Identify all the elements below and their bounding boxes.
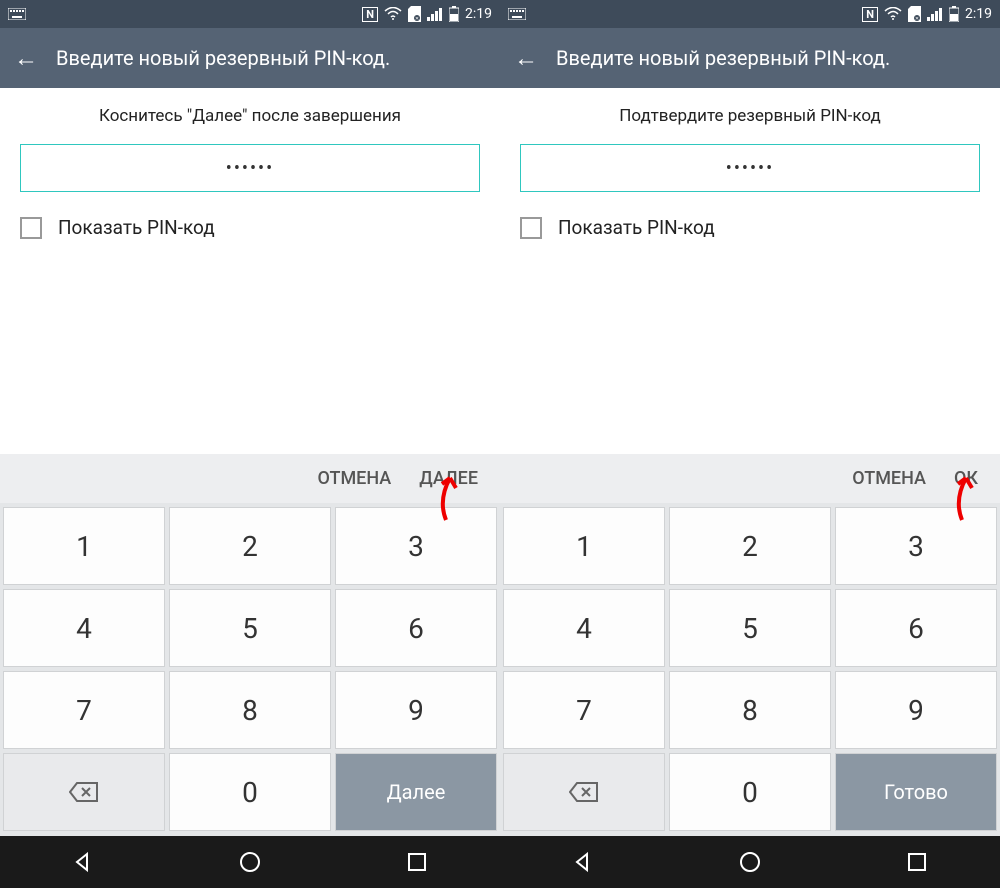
sd-card-icon: ✕ — [908, 6, 921, 22]
status-bar: N ✕ 2:19 — [0, 0, 500, 28]
svg-text:✕: ✕ — [415, 16, 419, 22]
key-0[interactable]: 0 — [169, 753, 331, 831]
key-7[interactable]: 7 — [3, 671, 165, 749]
nav-recent-icon[interactable] — [403, 848, 431, 876]
action-row: ОТМЕНА ОК — [500, 454, 1000, 503]
status-time: 2:19 — [965, 6, 992, 22]
key-9[interactable]: 9 — [835, 671, 997, 749]
key-4[interactable]: 4 — [503, 589, 665, 667]
next-button[interactable]: ДАЛЕЕ — [419, 468, 478, 489]
action-row: ОТМЕНА ДАЛЕЕ — [0, 454, 500, 503]
checkbox-icon[interactable] — [20, 217, 42, 239]
status-time: 2:19 — [465, 6, 492, 22]
key-0[interactable]: 0 — [669, 753, 831, 831]
key-backspace[interactable] — [503, 753, 665, 831]
instruction-text: Коснитесь "Далее" после завершения — [20, 106, 480, 126]
navigation-bar — [0, 836, 500, 888]
instruction-text: Подтвердите резервный PIN-код — [520, 106, 980, 126]
key-action-done[interactable]: Готово — [835, 753, 997, 831]
key-1[interactable]: 1 — [503, 507, 665, 585]
key-5[interactable]: 5 — [169, 589, 331, 667]
key-5[interactable]: 5 — [669, 589, 831, 667]
svg-text:✕: ✕ — [915, 16, 919, 22]
pin-input[interactable]: •••••• — [20, 144, 480, 192]
pin-input[interactable]: •••••• — [520, 144, 980, 192]
sd-card-icon: ✕ — [408, 6, 421, 22]
show-pin-checkbox-row[interactable]: Показать PIN-код — [20, 216, 480, 239]
key-backspace[interactable] — [3, 753, 165, 831]
backspace-icon — [69, 781, 99, 803]
show-pin-label: Показать PIN-код — [558, 216, 715, 239]
key-2[interactable]: 2 — [669, 507, 831, 585]
show-pin-checkbox-row[interactable]: Показать PIN-код — [520, 216, 980, 239]
content-area: Коснитесь "Далее" после завершения •••••… — [0, 88, 500, 239]
app-bar: ← Введите новый резервный PIN-код. — [500, 28, 1000, 88]
key-8[interactable]: 8 — [669, 671, 831, 749]
show-pin-label: Показать PIN-код — [58, 216, 215, 239]
battery-icon — [449, 6, 459, 22]
back-arrow-icon[interactable]: ← — [14, 44, 38, 73]
checkbox-icon[interactable] — [520, 217, 542, 239]
status-bar: N ✕ 2:19 — [500, 0, 1000, 28]
backspace-icon — [569, 781, 599, 803]
nav-recent-icon[interactable] — [903, 848, 931, 876]
keyboard-icon — [508, 8, 526, 20]
signal-icon — [927, 7, 943, 21]
keyboard-icon — [8, 8, 26, 20]
nav-back-icon[interactable] — [69, 848, 97, 876]
nav-home-icon[interactable] — [736, 848, 764, 876]
key-6[interactable]: 6 — [335, 589, 497, 667]
back-arrow-icon[interactable]: ← — [514, 44, 538, 73]
ok-button[interactable]: ОК — [954, 468, 978, 489]
nav-back-icon[interactable] — [569, 848, 597, 876]
key-6[interactable]: 6 — [835, 589, 997, 667]
nfc-icon: N — [862, 7, 878, 22]
cancel-button[interactable]: ОТМЕНА — [852, 468, 926, 489]
key-1[interactable]: 1 — [3, 507, 165, 585]
wifi-icon — [384, 7, 402, 21]
key-4[interactable]: 4 — [3, 589, 165, 667]
nfc-icon: N — [362, 7, 378, 22]
app-bar: ← Введите новый резервный PIN-код. — [0, 28, 500, 88]
key-action-next[interactable]: Далее — [335, 753, 497, 831]
content-area: Подтвердите резервный PIN-код •••••• Пок… — [500, 88, 1000, 239]
screen-left: N ✕ 2:19 ← Введите новый резервный PIN-к… — [0, 0, 500, 888]
nav-home-icon[interactable] — [236, 848, 264, 876]
key-9[interactable]: 9 — [335, 671, 497, 749]
key-2[interactable]: 2 — [169, 507, 331, 585]
cancel-button[interactable]: ОТМЕНА — [318, 468, 392, 489]
page-title: Введите новый резервный PIN-код. — [556, 46, 890, 70]
key-8[interactable]: 8 — [169, 671, 331, 749]
battery-icon — [949, 6, 959, 22]
page-title: Введите новый резервный PIN-код. — [56, 46, 390, 70]
navigation-bar — [500, 836, 1000, 888]
numeric-keypad: 1 2 3 4 5 6 7 8 9 0 Готово — [500, 503, 1000, 836]
numeric-keypad: 1 2 3 4 5 6 7 8 9 0 Далее — [0, 503, 500, 836]
key-3[interactable]: 3 — [835, 507, 997, 585]
key-3[interactable]: 3 — [335, 507, 497, 585]
wifi-icon — [884, 7, 902, 21]
screen-right: N ✕ 2:19 ← Введите новый резервный PIN-к… — [500, 0, 1000, 888]
key-7[interactable]: 7 — [503, 671, 665, 749]
signal-icon — [427, 7, 443, 21]
